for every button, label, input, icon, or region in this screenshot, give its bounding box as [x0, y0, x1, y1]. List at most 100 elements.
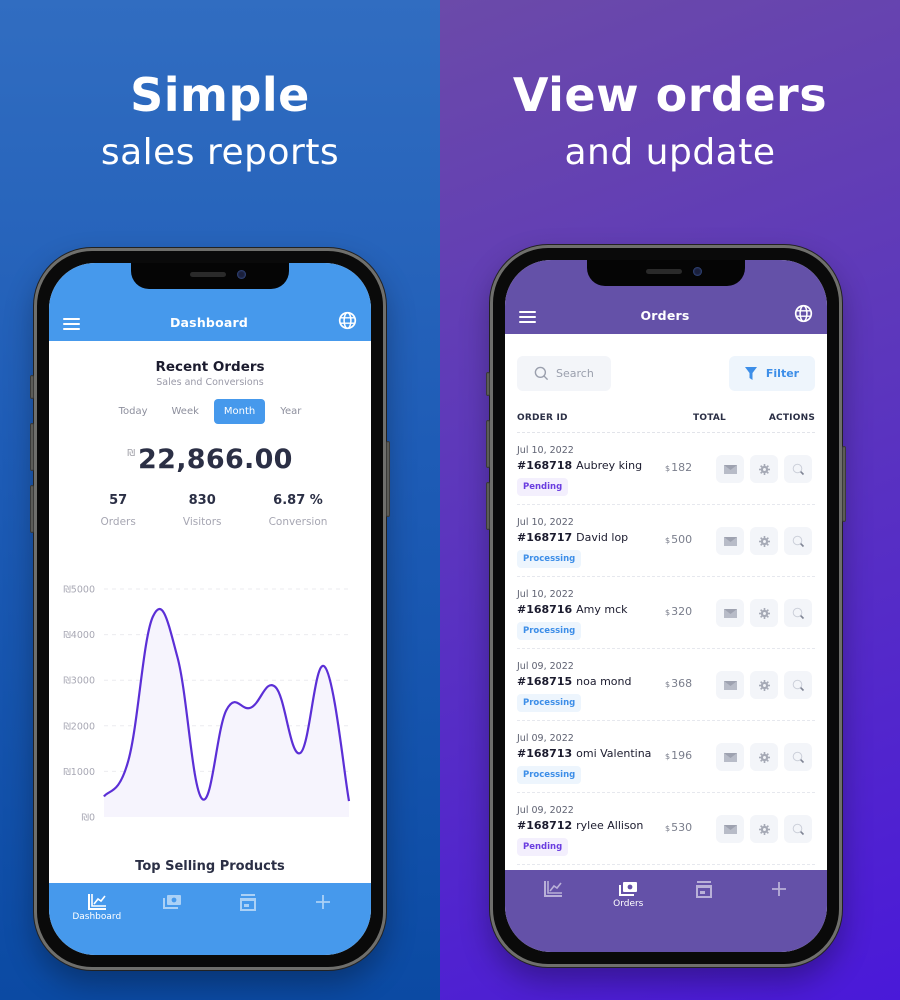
- settings-button[interactable]: [750, 527, 778, 555]
- table-row[interactable]: Jul 10, 2022 #168716 Amy mck Processing $320: [517, 577, 815, 649]
- view-button[interactable]: [784, 599, 812, 627]
- total-value: 320: [671, 605, 693, 618]
- search-icon: [792, 607, 805, 620]
- column-order-id[interactable]: ORDER ID: [517, 413, 693, 423]
- nav-add[interactable]: [743, 870, 815, 952]
- row-actions: [716, 527, 812, 555]
- total-value: 182: [671, 461, 693, 474]
- currency-symbol: $: [665, 608, 671, 617]
- nav-add[interactable]: [287, 883, 359, 955]
- mail-icon: [723, 680, 737, 690]
- gear-icon: [758, 607, 770, 619]
- email-button[interactable]: [716, 455, 744, 483]
- phone-power-button: [842, 446, 846, 522]
- nav-orders[interactable]: Orders: [592, 870, 664, 952]
- order-total: $500: [665, 533, 692, 546]
- view-button[interactable]: [784, 455, 812, 483]
- order-id[interactable]: #168715: [517, 675, 572, 688]
- plus-icon: [772, 882, 787, 896]
- stat-value: 6.87 %: [273, 493, 323, 508]
- search-input[interactable]: Search: [517, 356, 611, 391]
- order-id-customer: #168716 Amy mck: [517, 603, 628, 616]
- stat-conversion: 6.87 % Conversion: [269, 493, 328, 528]
- hamburger-icon[interactable]: [63, 318, 80, 330]
- order-id[interactable]: #168713: [517, 747, 572, 760]
- tab-year[interactable]: Year: [271, 399, 310, 424]
- customer-name: noa mond: [576, 675, 632, 688]
- hamburger-icon[interactable]: [519, 311, 536, 323]
- column-total[interactable]: TOTAL: [693, 413, 763, 423]
- order-date: Jul 10, 2022: [517, 445, 574, 456]
- stat-label: Visitors: [182, 516, 222, 528]
- search-icon: [792, 823, 805, 836]
- order-id[interactable]: #168716: [517, 603, 572, 616]
- search-icon: [792, 679, 805, 692]
- tab-week[interactable]: Week: [163, 399, 208, 424]
- row-actions: [716, 815, 812, 843]
- settings-button[interactable]: [750, 599, 778, 627]
- globe-icon[interactable]: [338, 311, 357, 330]
- order-total: $320: [665, 605, 692, 618]
- mail-icon: [723, 752, 737, 762]
- y-tick-label: ₪1000: [63, 767, 95, 778]
- currency-symbol: $: [665, 752, 671, 761]
- email-button[interactable]: [716, 599, 744, 627]
- search-icon: [534, 366, 549, 381]
- view-button[interactable]: [784, 527, 812, 555]
- order-total: $182: [665, 461, 692, 474]
- nav-orders[interactable]: [136, 883, 208, 955]
- orders-body: Search Filter ORDER ID TOTAL ACTIONS Jul…: [505, 334, 827, 952]
- settings-button[interactable]: [750, 743, 778, 771]
- table-row[interactable]: Jul 09, 2022 #168715 noa mond Processing $36…: [517, 649, 815, 721]
- dashboard-body: Recent Orders Sales and Conversions Toda…: [49, 341, 371, 955]
- table-row[interactable]: Jul 10, 2022 #168718 Aubrey king Pending $18…: [517, 433, 815, 505]
- stat-value: 830: [188, 493, 216, 508]
- customer-name: Amy mck: [576, 603, 628, 616]
- customer-name: David lop: [576, 531, 629, 544]
- search-icon: [792, 463, 805, 476]
- settings-button[interactable]: [750, 815, 778, 843]
- globe-icon[interactable]: [794, 304, 813, 323]
- headline-subtitle: sales reports: [100, 132, 340, 173]
- view-button[interactable]: [784, 743, 812, 771]
- filter-button[interactable]: Filter: [729, 356, 815, 391]
- nav-store[interactable]: [212, 883, 284, 955]
- store-icon: [695, 881, 712, 898]
- gear-icon: [758, 463, 770, 475]
- order-id[interactable]: #168718: [517, 459, 572, 472]
- order-id-customer: #168717 David lop: [517, 531, 628, 544]
- right-panel: View orders and update Orders Search Fil…: [440, 0, 900, 1000]
- table-row[interactable]: Jul 10, 2022 #168717 David lop Processing $5…: [517, 505, 815, 577]
- status-badge: Processing: [517, 622, 582, 640]
- y-tick-label: ₪2000: [63, 721, 95, 732]
- stats-row: 57 Orders 830 Visitors 6.87 % Conversion: [49, 493, 371, 528]
- nav-store[interactable]: [668, 870, 740, 952]
- nav-dashboard[interactable]: [517, 870, 589, 952]
- nav-label: Dashboard: [72, 912, 122, 922]
- tab-today[interactable]: Today: [110, 399, 157, 424]
- table-row[interactable]: Jul 09, 2022 #168712 rylee Allison Pending $…: [517, 793, 815, 865]
- total-amount: ₪ 22,866.00: [49, 444, 371, 475]
- order-id[interactable]: #168712: [517, 819, 572, 832]
- email-button[interactable]: [716, 815, 744, 843]
- settings-button[interactable]: [750, 455, 778, 483]
- view-button[interactable]: [784, 671, 812, 699]
- phone-power-button: [386, 441, 390, 517]
- order-id[interactable]: #168717: [517, 531, 572, 544]
- email-button[interactable]: [716, 743, 744, 771]
- view-button[interactable]: [784, 815, 812, 843]
- email-button[interactable]: [716, 671, 744, 699]
- headline-title: View orders: [512, 68, 828, 122]
- email-button[interactable]: [716, 527, 744, 555]
- status-badge: Processing: [517, 694, 582, 712]
- total-value: 196: [671, 749, 693, 762]
- filter-label: Filter: [765, 367, 800, 380]
- tab-month[interactable]: Month: [213, 399, 266, 424]
- currency-symbol: $: [665, 464, 671, 473]
- column-actions: ACTIONS: [768, 413, 815, 423]
- nav-dashboard[interactable]: Dashboard: [61, 883, 133, 955]
- mail-icon: [723, 464, 737, 474]
- table-row[interactable]: Jul 09, 2022 #168713 omi Valentina Processi…: [517, 721, 815, 793]
- phone-volume-down: [30, 485, 34, 533]
- settings-button[interactable]: [750, 671, 778, 699]
